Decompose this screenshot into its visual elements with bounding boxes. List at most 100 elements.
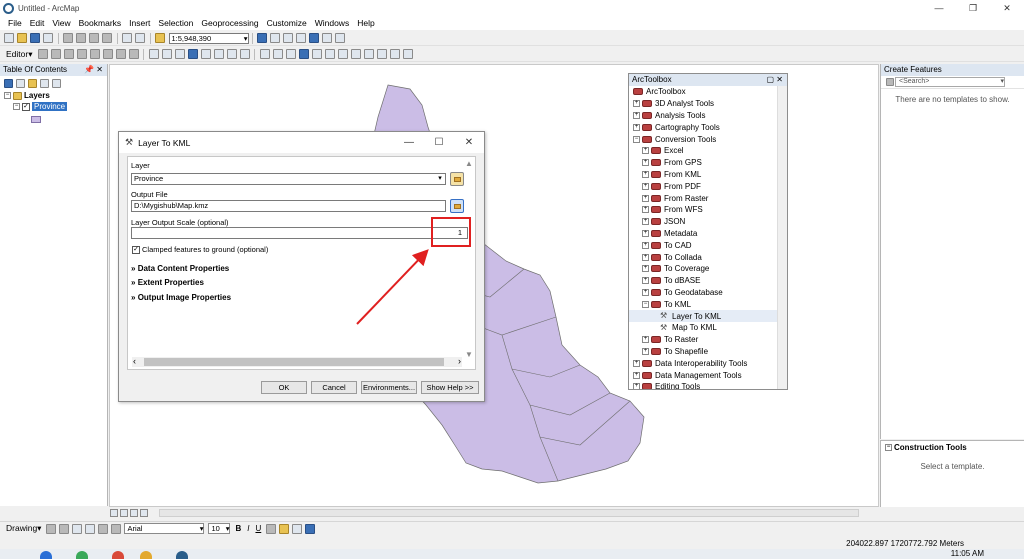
arctoolbox-item[interactable]: + From PDF xyxy=(629,180,777,192)
menu-help[interactable]: Help xyxy=(353,16,378,30)
menu-customize[interactable]: Customize xyxy=(263,16,311,30)
hyperlink-icon[interactable] xyxy=(311,49,322,59)
arctoolbox-item[interactable]: + To CAD xyxy=(629,239,777,251)
menu-file[interactable]: File xyxy=(4,16,26,30)
expand-icon[interactable]: + xyxy=(642,288,649,296)
expand-icon[interactable]: + xyxy=(642,218,649,226)
expand-icon[interactable]: + xyxy=(642,170,649,178)
expand-icon[interactable]: + xyxy=(633,359,640,367)
undo-icon[interactable] xyxy=(122,33,132,43)
back-extent-icon[interactable] xyxy=(226,49,237,59)
arctoolbox-item[interactable]: + To Raster xyxy=(629,334,777,346)
menu-geoprocessing[interactable]: Geoprocessing xyxy=(197,16,262,30)
map-horizontal-scrollbar[interactable] xyxy=(159,508,859,517)
select-elements-icon[interactable] xyxy=(285,49,296,59)
print-icon[interactable] xyxy=(43,33,53,43)
minimize-icon[interactable]: — xyxy=(394,132,424,153)
zoom-in-icon[interactable] xyxy=(148,49,159,59)
add-data-icon[interactable] xyxy=(155,33,165,43)
dialog-vertical-scrollbar[interactable]: ▲ ▼ xyxy=(465,159,473,359)
edit-vertices-icon[interactable] xyxy=(97,523,108,534)
arctoolbox-item[interactable]: + To Shapefile xyxy=(629,346,777,358)
rotate-icon[interactable] xyxy=(102,49,113,59)
app-taskbar-icon[interactable] xyxy=(140,551,152,559)
clamp-option[interactable]: ✓ Clamped features to ground (optional) xyxy=(132,245,268,254)
show-help-button[interactable]: Show Help >> xyxy=(421,381,479,394)
html-popup-icon[interactable] xyxy=(324,49,335,59)
collapse-icon[interactable]: − xyxy=(642,300,649,308)
save-icon[interactable] xyxy=(30,33,40,43)
marker-color-icon[interactable] xyxy=(304,523,315,534)
arctoolbox-item[interactable]: ⚒ Layer To KML xyxy=(629,310,777,322)
close-icon[interactable]: ▢ ✕ xyxy=(767,74,783,86)
collapse-icon[interactable]: − xyxy=(633,135,640,143)
new-document-icon[interactable] xyxy=(4,33,14,43)
measure-icon[interactable] xyxy=(337,49,348,59)
identify-icon[interactable] xyxy=(298,49,309,59)
expand-icon[interactable]: + xyxy=(642,277,649,285)
close-icon[interactable]: ✕ xyxy=(990,0,1024,16)
expand-icon[interactable]: + xyxy=(642,206,649,214)
trace-icon[interactable] xyxy=(76,49,87,59)
arctoolbox-item[interactable]: + To dBASE xyxy=(629,275,777,287)
menu-bookmarks[interactable]: Bookmarks xyxy=(75,16,126,30)
font-family-select[interactable]: Arial ▾ xyxy=(124,523,205,534)
arctoolbox-item[interactable]: +3D Analyst Tools xyxy=(629,98,777,110)
edit-tool-icon[interactable] xyxy=(37,49,48,59)
scroll-thumb[interactable] xyxy=(144,358,444,366)
output-image-properties-section[interactable]: » Output Image Properties xyxy=(131,293,231,302)
browse-output-button[interactable] xyxy=(450,199,464,213)
pause-drawing-icon[interactable] xyxy=(140,508,148,517)
arctoolbox-icon[interactable] xyxy=(309,33,319,43)
split-icon[interactable] xyxy=(89,49,100,59)
layer-visibility-checkbox[interactable]: ✓ xyxy=(22,102,30,111)
maximize-icon[interactable]: ❐ xyxy=(956,0,990,16)
search-window-icon[interactable] xyxy=(296,33,306,43)
expand-icon[interactable]: + xyxy=(642,253,649,261)
list-by-selection-icon[interactable] xyxy=(39,78,49,88)
scroll-right-icon[interactable]: › xyxy=(458,356,461,366)
arctoolbox-root[interactable]: ArcToolbox xyxy=(629,86,777,98)
arctoolbox-item[interactable]: + Metadata xyxy=(629,228,777,240)
find-icon[interactable] xyxy=(350,49,361,59)
redo-icon[interactable] xyxy=(135,33,145,43)
rotate-element-icon[interactable] xyxy=(58,523,69,534)
ok-button[interactable]: OK xyxy=(261,381,307,394)
arctoolbox-item[interactable]: + From WFS xyxy=(629,204,777,216)
font-size-select[interactable]: 10 ▾ xyxy=(208,523,231,534)
pin-icon[interactable]: 📌 ✕ xyxy=(84,64,103,76)
layer-output-scale-input[interactable]: 1 xyxy=(131,227,468,239)
rectangle-tool-icon[interactable] xyxy=(71,523,82,534)
refresh-icon[interactable] xyxy=(130,508,138,517)
copy-icon[interactable] xyxy=(76,33,86,43)
go-to-xy-icon[interactable] xyxy=(376,49,387,59)
time-slider-icon[interactable] xyxy=(389,49,400,59)
app-taskbar-icon[interactable] xyxy=(76,551,88,559)
list-by-source-icon[interactable] xyxy=(15,78,25,88)
expand-icon[interactable]: + xyxy=(642,147,649,155)
fixed-zoom-in-icon[interactable] xyxy=(200,49,211,59)
arctoolbox-item[interactable]: + From GPS xyxy=(629,157,777,169)
arctoolbox-item[interactable]: + To Geodatabase xyxy=(629,287,777,299)
forward-extent-icon[interactable] xyxy=(239,49,250,59)
select-features-icon[interactable] xyxy=(259,49,270,59)
arctoolbox-item[interactable]: − Conversion Tools xyxy=(629,133,777,145)
collapse-icon[interactable]: − xyxy=(4,92,11,99)
expand-icon[interactable]: + xyxy=(633,383,640,389)
catalog-window-icon[interactable] xyxy=(283,33,293,43)
line-color-icon[interactable] xyxy=(291,523,302,534)
dialog-horizontal-scrollbar[interactable]: ‹ › xyxy=(132,356,462,367)
attributes-icon[interactable] xyxy=(115,49,126,59)
open-folder-icon[interactable] xyxy=(17,33,27,43)
delete-icon[interactable] xyxy=(102,33,112,43)
arctoolbox-item[interactable]: + From Raster xyxy=(629,192,777,204)
list-by-visibility-icon[interactable] xyxy=(27,78,37,88)
arctoolbox-item[interactable]: + From KML xyxy=(629,169,777,181)
straight-segment-icon[interactable] xyxy=(63,49,74,59)
zoom-out-icon[interactable] xyxy=(161,49,172,59)
data-view-icon[interactable] xyxy=(110,508,118,517)
expand-icon[interactable]: + xyxy=(633,100,640,108)
environments-button[interactable]: Environments... xyxy=(361,381,417,394)
expand-icon[interactable]: + xyxy=(633,111,640,119)
arcmap-taskbar-icon[interactable] xyxy=(176,551,188,559)
